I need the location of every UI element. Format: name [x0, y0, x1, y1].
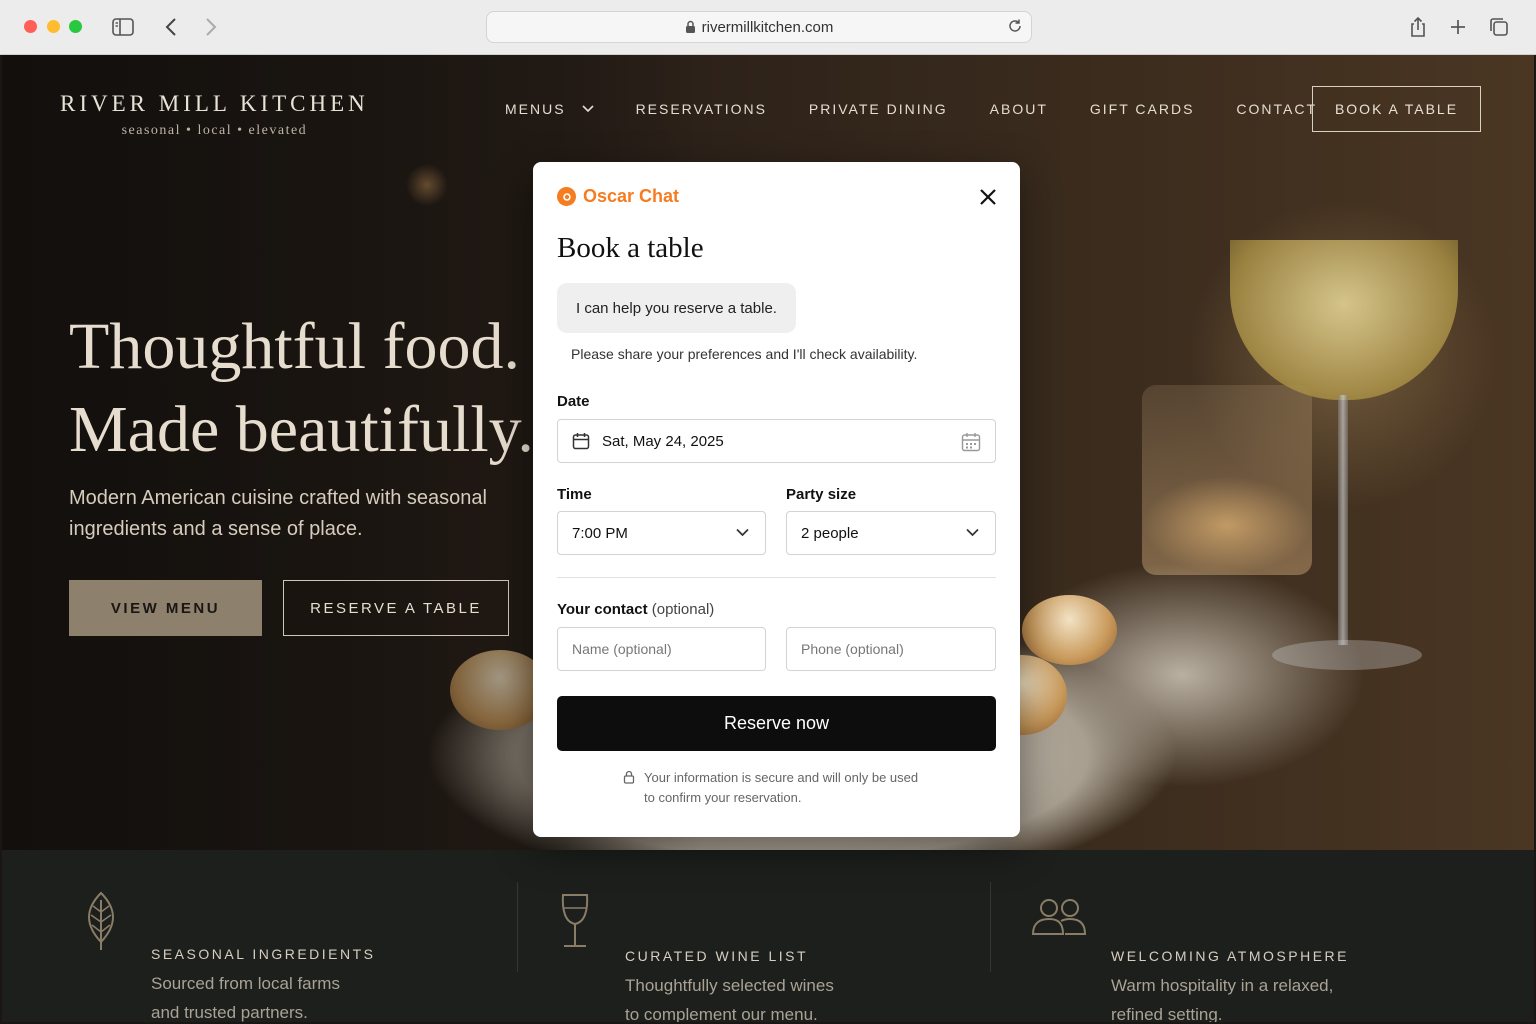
book-table-dialog: Oscar Chat Book a table I can help you r… — [533, 162, 1020, 837]
brand-tagline: seasonal • local • elevated — [121, 123, 308, 138]
site-logo[interactable]: RIVER MILL KITCHEN seasonal • local • el… — [60, 91, 369, 139]
feature-title: SEASONAL INGREDIENTS — [151, 946, 376, 962]
leaf-icon — [80, 890, 122, 957]
chevron-down-icon — [581, 105, 594, 113]
feature-description: Warm hospitality in a relaxed, refined s… — [1111, 971, 1371, 1022]
url-text: rivermillkitchen.com — [701, 18, 834, 36]
nav-menus[interactable]: MENUS — [505, 101, 594, 117]
brand-name: RIVER MILL KITCHEN — [60, 91, 369, 116]
chat-bubble: I can help you reserve a table. — [557, 283, 796, 333]
candle-image — [1142, 385, 1312, 575]
time-select[interactable]: 7:00 PM — [557, 511, 766, 555]
headline-line-2: Made beautifully. — [69, 393, 534, 466]
feature-seasonal: SEASONAL INGREDIENTS Sourced from local … — [2, 850, 517, 1022]
close-window-button[interactable] — [24, 20, 37, 33]
browser-toolbar: rivermillkitchen.com — [0, 0, 1536, 55]
party-size-value: 2 people — [801, 524, 859, 542]
feature-title: CURATED WINE LIST — [625, 948, 809, 964]
lock-icon — [623, 770, 635, 808]
lock-icon — [685, 20, 696, 34]
oscar-chat-brand: Oscar Chat — [557, 186, 679, 207]
wine-glass-image — [1230, 240, 1458, 400]
contact-label: Your contact (optional) — [557, 601, 714, 618]
contact-label-text: Your contact — [557, 601, 648, 618]
date-value: Sat, May 24, 2025 — [602, 432, 724, 450]
nav-private-dining[interactable]: PRIVATE DINING — [809, 101, 948, 117]
back-icon[interactable] — [158, 14, 184, 40]
phone-placeholder: Phone (optional) — [801, 641, 904, 657]
nav-about[interactable]: ABOUT — [990, 101, 1048, 117]
name-input[interactable]: Name (optional) — [557, 627, 766, 671]
feature-desc-line: Warm hospitality in a relaxed, — [1111, 976, 1334, 995]
feature-title: WELCOMING ATMOSPHERE — [1111, 948, 1349, 964]
security-note-line: to confirm your reservation. — [644, 790, 802, 805]
minimize-window-button[interactable] — [47, 20, 60, 33]
calendar-icon — [572, 432, 590, 450]
time-value: 7:00 PM — [572, 524, 628, 542]
feature-wine: CURATED WINE LIST Thoughtfully selected … — [518, 850, 990, 1022]
reload-icon[interactable] — [1007, 18, 1023, 38]
party-size-select[interactable]: 2 people — [786, 511, 996, 555]
wine-glass-stem — [1338, 395, 1348, 645]
hero-subhead: Modern American cuisine crafted with sea… — [69, 487, 487, 540]
nav-reservations[interactable]: RESERVATIONS — [636, 101, 767, 117]
address-bar[interactable]: rivermillkitchen.com — [486, 11, 1032, 43]
reserve-now-button[interactable]: Reserve now — [557, 696, 996, 751]
nav-gift-cards[interactable]: GIFT CARDS — [1090, 101, 1195, 117]
nav-contact[interactable]: CONTACT — [1236, 101, 1317, 117]
chevron-down-icon — [736, 528, 749, 537]
time-label: Time — [557, 486, 592, 503]
name-placeholder: Name (optional) — [572, 641, 672, 657]
book-a-table-button[interactable]: BOOK A TABLE — [1312, 86, 1481, 132]
feature-atmosphere: WELCOMING ATMOSPHERE Warm hospitality in… — [991, 850, 1534, 1022]
tab-overview-icon[interactable] — [1486, 14, 1512, 40]
close-icon[interactable] — [975, 184, 1001, 210]
reserve-a-table-button[interactable]: RESERVE A TABLE — [283, 580, 509, 636]
people-icon — [1031, 898, 1087, 943]
dialog-title: Book a table — [557, 232, 704, 264]
contact-optional-text: (optional) — [651, 601, 715, 618]
main-nav: MENUS RESERVATIONS PRIVATE DINING ABOUT … — [505, 101, 1359, 117]
divider — [557, 577, 996, 578]
headline-line-1: Thoughtful food. — [69, 310, 520, 383]
forward-icon[interactable] — [198, 14, 224, 40]
oscar-chat-label: Oscar Chat — [583, 186, 680, 206]
zoom-window-button[interactable] — [69, 20, 82, 33]
nav-menus-label: MENUS — [505, 101, 566, 117]
phone-input[interactable]: Phone (optional) — [786, 627, 996, 671]
wine-glass-icon — [558, 892, 592, 955]
feature-desc-line: Sourced from local farms — [151, 974, 340, 993]
feature-description: Thoughtfully selected wines to complemen… — [625, 971, 885, 1022]
feature-desc-line: Thoughtfully selected wines — [625, 976, 834, 995]
sidebar-toggle-icon[interactable] — [110, 14, 136, 40]
new-tab-icon[interactable] — [1445, 14, 1471, 40]
feature-desc-line: to complement our menu. — [625, 1005, 818, 1022]
wine-glass-base — [1272, 640, 1422, 670]
feature-desc-line: and trusted partners. — [151, 1003, 308, 1022]
features-band: SEASONAL INGREDIENTS Sourced from local … — [2, 850, 1534, 1022]
date-label: Date — [557, 393, 590, 410]
oscar-chat-icon — [557, 187, 576, 206]
hero-headline: Thoughtful food. Made beautifully. — [69, 305, 534, 471]
date-picker-icon[interactable] — [961, 432, 981, 452]
security-note-line: Your information is secure and will only… — [644, 770, 919, 785]
feature-desc-line: refined setting. — [1111, 1005, 1223, 1022]
date-field[interactable]: Sat, May 24, 2025 — [557, 419, 996, 463]
share-icon[interactable] — [1405, 14, 1431, 40]
feature-description: Sourced from local farms and trusted par… — [151, 969, 411, 1022]
chevron-down-icon — [966, 528, 979, 537]
security-note: Your information is secure and will only… — [623, 768, 918, 808]
party-size-label: Party size — [786, 486, 857, 503]
scallop-image — [1022, 595, 1117, 665]
chat-message: Please share your preferences and I'll c… — [571, 346, 918, 362]
view-menu-button[interactable]: VIEW MENU — [69, 580, 262, 636]
